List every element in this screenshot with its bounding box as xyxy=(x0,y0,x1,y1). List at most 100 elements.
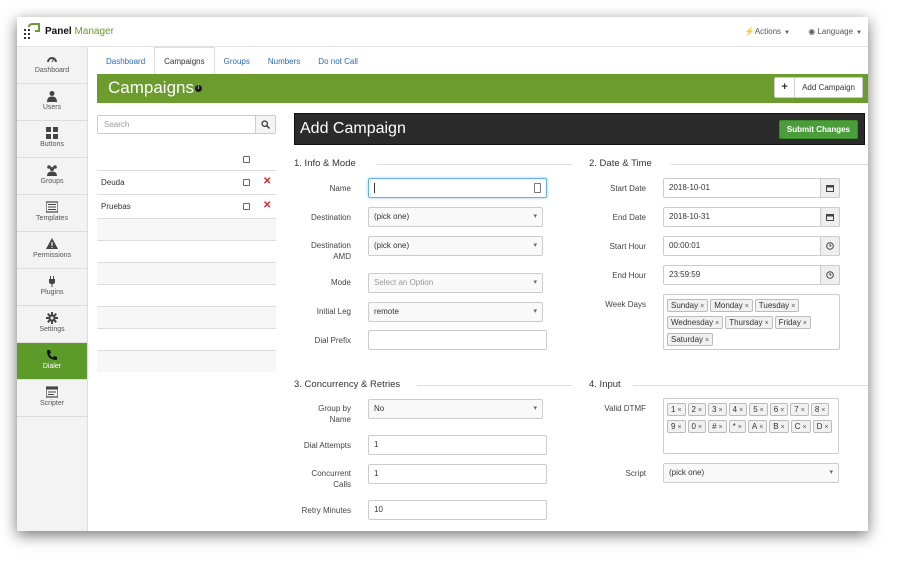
remove-tag-icon[interactable]: × xyxy=(745,303,749,310)
group-by-name-select[interactable]: No xyxy=(368,399,543,419)
remove-tag-icon[interactable]: × xyxy=(781,424,785,431)
dtmf-tag[interactable]: 4 × xyxy=(728,403,748,416)
destination-select[interactable]: (pick one) xyxy=(368,207,543,227)
remove-tag-icon[interactable]: × xyxy=(700,303,704,310)
clock-icon[interactable] xyxy=(820,236,840,256)
remove-tag-icon[interactable]: × xyxy=(765,320,769,327)
delete-icon[interactable]: ✕ xyxy=(263,176,271,187)
remove-tag-icon[interactable]: × xyxy=(791,303,795,310)
list-item[interactable]: Pruebas ✕ xyxy=(97,194,276,218)
week-day-tag[interactable]: Friday × xyxy=(774,316,811,329)
sidebar-item-buttons[interactable]: Buttons xyxy=(17,121,87,158)
remove-tag-icon[interactable]: × xyxy=(738,424,742,431)
sidebar-item-dialer[interactable]: Dialer xyxy=(17,343,87,380)
checkbox[interactable] xyxy=(243,156,250,163)
week-day-tag[interactable]: Monday × xyxy=(710,299,753,312)
week-days-multiselect[interactable]: Sunday × Monday × Tuesday × Wednesday × Thursday… xyxy=(663,294,840,350)
remove-tag-icon[interactable]: × xyxy=(715,320,719,327)
sidebar-item-templates[interactable]: Templates xyxy=(17,195,87,232)
remove-tag-icon[interactable]: × xyxy=(803,320,807,327)
remove-tag-icon[interactable]: × xyxy=(759,424,763,431)
remove-tag-icon[interactable]: × xyxy=(760,407,764,414)
tab-groups[interactable]: Groups xyxy=(215,48,259,75)
dtmf-tag[interactable]: 6 × xyxy=(769,403,789,416)
actions-menu[interactable]: ⚡Actions ▼ xyxy=(745,27,790,36)
sidebar-item-settings[interactable]: Settings xyxy=(17,306,87,343)
tab-do-not-call[interactable]: Do not Call xyxy=(309,48,367,75)
remove-tag-icon[interactable]: × xyxy=(705,337,709,344)
remove-tag-icon[interactable]: × xyxy=(801,407,805,414)
dtmf-tag[interactable]: A × xyxy=(747,420,768,433)
mode-select[interactable]: Select an Option xyxy=(368,273,543,293)
select-all-checkbox[interactable] xyxy=(243,155,250,165)
submit-changes-button[interactable]: Submit Changes xyxy=(778,120,858,139)
week-day-tag[interactable]: Thursday × xyxy=(725,316,773,329)
dtmf-tag[interactable]: B × xyxy=(769,420,789,433)
remove-tag-icon[interactable]: × xyxy=(719,424,723,431)
dial-attempts-input[interactable]: 1 xyxy=(368,435,547,455)
remove-tag-icon[interactable]: × xyxy=(824,424,828,431)
remove-tag-icon[interactable]: × xyxy=(698,424,702,431)
language-menu[interactable]: ◉ Language ▼ xyxy=(808,27,862,36)
search-button[interactable] xyxy=(255,115,276,134)
calendar-icon[interactable] xyxy=(820,178,840,198)
sidebar-item-users[interactable]: Users xyxy=(17,84,87,121)
tab-dashboard[interactable]: Dashboard xyxy=(97,48,154,75)
brand-name[interactable]: Panel Manager xyxy=(45,26,114,37)
dtmf-tag[interactable]: 2 × xyxy=(687,403,707,416)
script-select[interactable]: (pick one) xyxy=(663,463,839,483)
remove-tag-icon[interactable]: × xyxy=(821,407,825,414)
dtmf-tag[interactable]: # × xyxy=(708,420,727,433)
start-hour-input[interactable]: 00:00:01 xyxy=(663,236,840,256)
dtmf-tag[interactable]: 7 × xyxy=(790,403,809,416)
dtmf-tag[interactable]: D × xyxy=(812,420,833,433)
week-day-tag[interactable]: Sunday × xyxy=(667,299,709,312)
tab-campaigns[interactable]: Campaigns xyxy=(154,47,215,74)
remove-tag-icon[interactable]: × xyxy=(677,424,681,431)
list-item[interactable]: Deuda ✕ xyxy=(97,170,276,194)
valid-dtmf-multiselect[interactable]: 1 × 2 × 3 × 4 × 5 × 6 × 7 × 8 × 9 × 0 × # × * × A × B × C × D × xyxy=(663,398,839,454)
sidebar-item-groups[interactable]: Groups xyxy=(17,158,87,195)
dtmf-tag[interactable]: 8 × xyxy=(810,403,830,416)
end-hour-input[interactable]: 23:59:59 xyxy=(663,265,840,285)
remove-tag-icon[interactable]: × xyxy=(739,407,743,414)
dtmf-tag[interactable]: C × xyxy=(790,420,811,433)
info-icon[interactable]: i xyxy=(195,85,202,93)
initial-leg-select[interactable]: remote xyxy=(368,302,543,322)
dial-prefix-input[interactable] xyxy=(368,330,547,350)
dtmf-tag[interactable]: 5 × xyxy=(749,403,768,416)
dtmf-tag[interactable]: * × xyxy=(728,420,746,433)
row-checkbox[interactable] xyxy=(243,179,250,188)
clock-icon[interactable] xyxy=(820,265,840,285)
checkbox[interactable] xyxy=(243,179,250,186)
week-day-tag[interactable]: Wednesday × xyxy=(667,316,724,329)
checkbox[interactable] xyxy=(243,203,250,210)
remove-tag-icon[interactable]: × xyxy=(803,424,807,431)
delete-icon[interactable]: ✕ xyxy=(263,200,271,211)
week-day-tag[interactable]: Saturday × xyxy=(667,333,714,346)
row-checkbox[interactable] xyxy=(243,203,250,212)
sidebar-item-dashboard[interactable]: Dashboard xyxy=(17,47,87,84)
remove-tag-icon[interactable]: × xyxy=(719,407,723,414)
remove-tag-icon[interactable]: × xyxy=(780,407,784,414)
dtmf-tag[interactable]: 0 × xyxy=(687,420,707,433)
start-date-input[interactable]: 2018-10-01 xyxy=(663,178,840,198)
sidebar-item-scripter[interactable]: Scripter xyxy=(17,380,87,417)
concurrent-calls-input[interactable]: 1 xyxy=(368,464,547,484)
dtmf-tag[interactable]: 1 × xyxy=(667,403,686,416)
name-input[interactable] xyxy=(368,178,547,198)
sidebar-item-plugins[interactable]: Plugins xyxy=(17,269,87,306)
tab-numbers[interactable]: Numbers xyxy=(259,48,309,75)
remove-tag-icon[interactable]: × xyxy=(677,407,681,414)
dtmf-tag[interactable]: 9 × xyxy=(667,420,686,433)
destination-amd-select[interactable]: (pick one) xyxy=(368,236,543,256)
retry-minutes-input[interactable]: 10 xyxy=(368,500,547,520)
dtmf-tag[interactable]: 3 × xyxy=(708,403,727,416)
search-input[interactable]: Search xyxy=(97,115,256,134)
add-campaign-button[interactable]: + Add Campaign xyxy=(774,77,863,98)
remove-tag-icon[interactable]: × xyxy=(698,407,702,414)
sidebar-item-permissions[interactable]: Permissions xyxy=(17,232,87,269)
week-day-tag[interactable]: Tuesday × xyxy=(754,299,800,312)
calendar-icon[interactable] xyxy=(820,207,840,227)
end-date-input[interactable]: 2018-10-31 xyxy=(663,207,840,227)
